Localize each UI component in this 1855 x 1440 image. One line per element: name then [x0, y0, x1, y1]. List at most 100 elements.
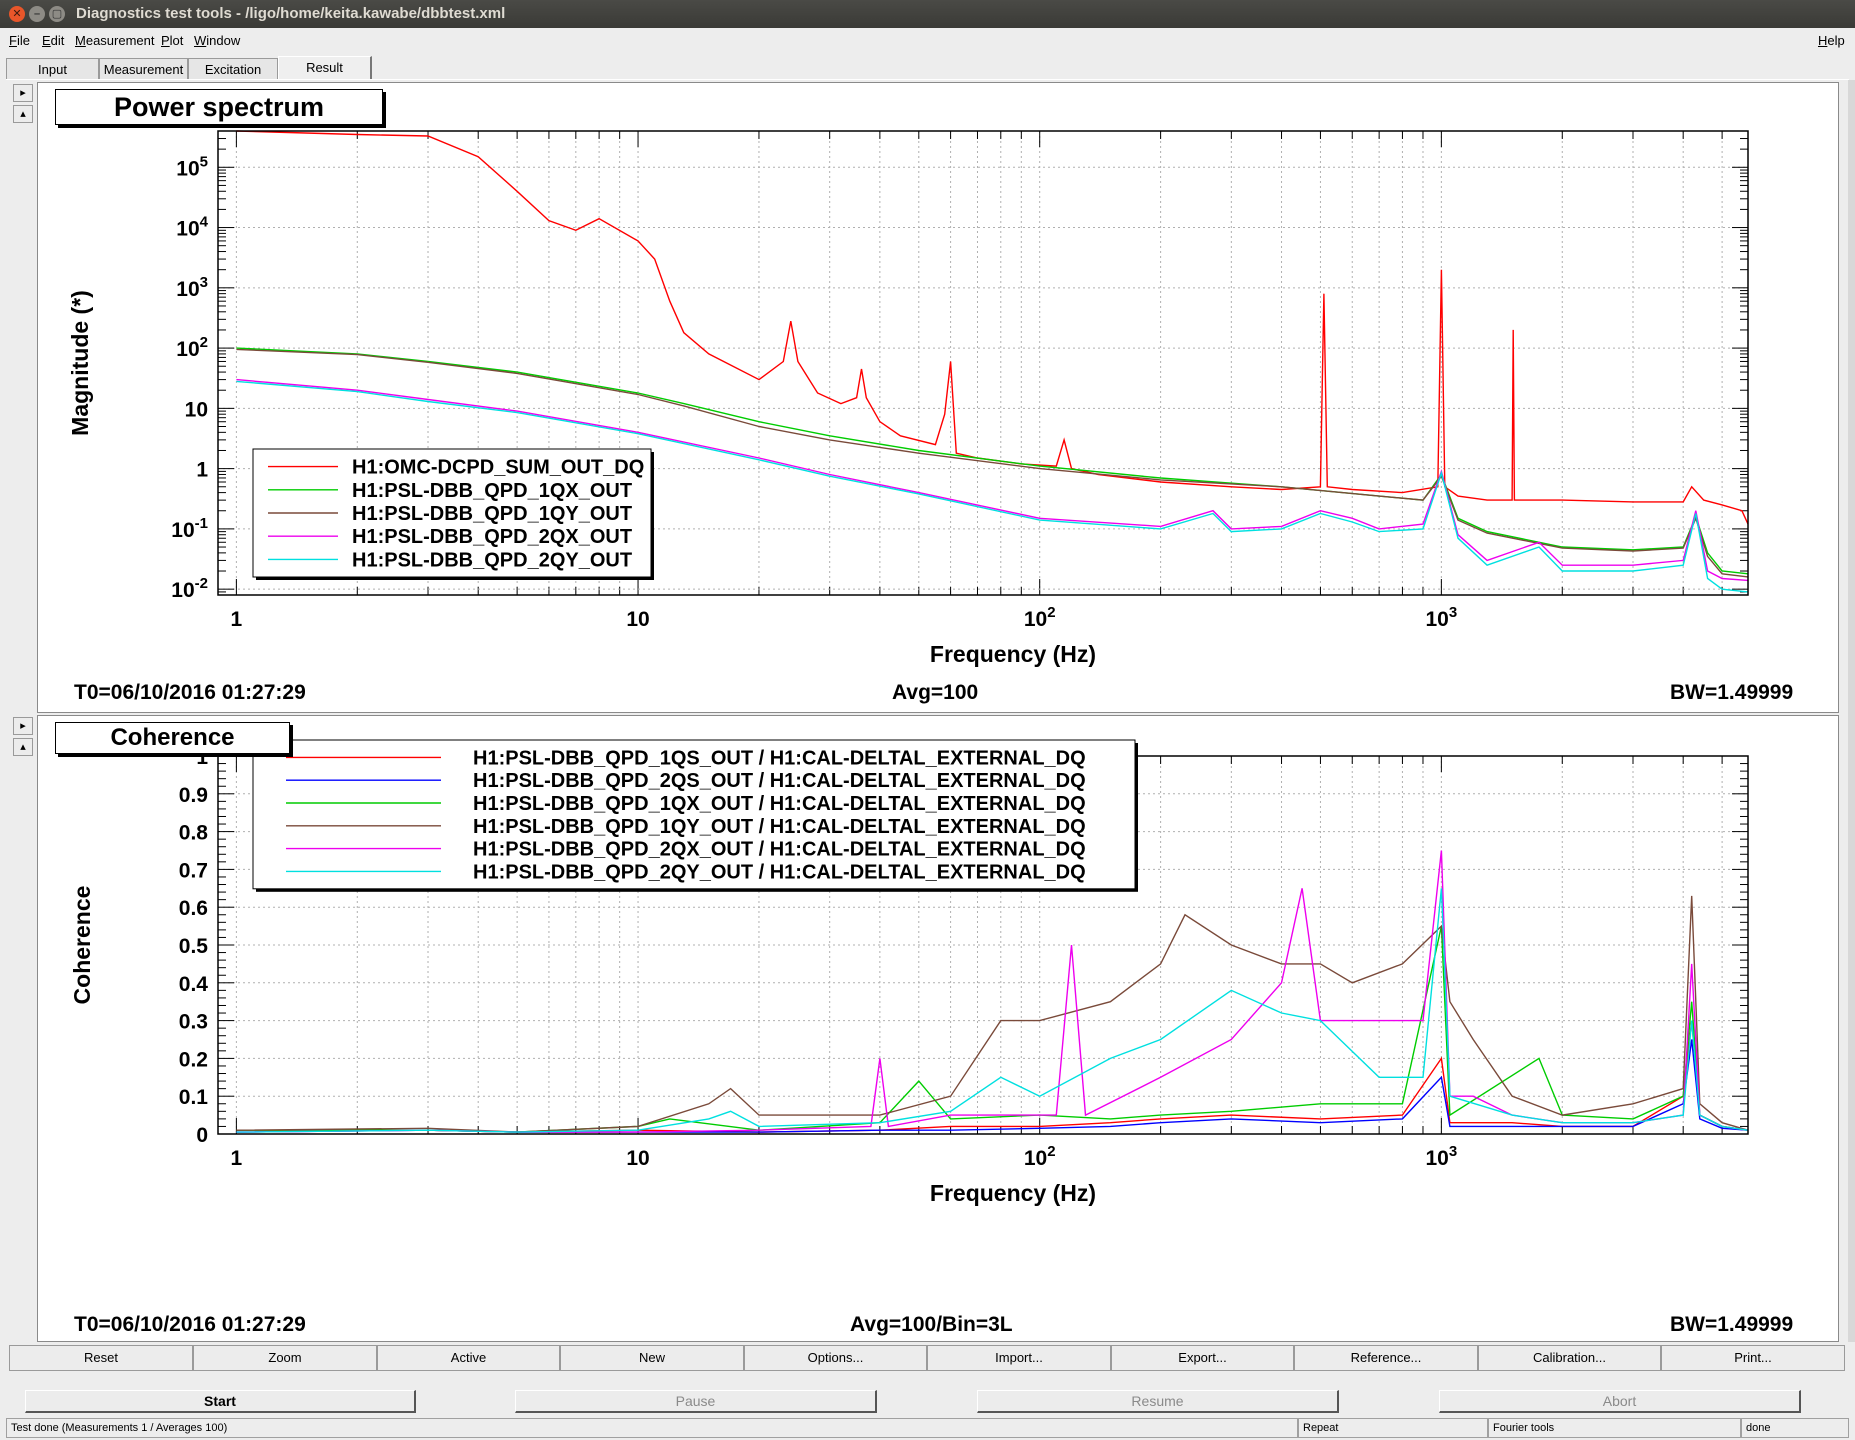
legend-label-2: H1:PSL-DBB_QPD_1QX_OUT / H1:CAL-DELTAL_E… — [473, 793, 1086, 815]
new-button[interactable]: New — [560, 1345, 744, 1371]
y-tick-label: 0.2 — [179, 1048, 208, 1071]
y-tick-label: 0.4 — [179, 973, 209, 996]
x-tick-label: 1 — [231, 608, 243, 631]
legend-label-0: H1:OMC-DCPD_SUM_OUT_DQ — [352, 457, 644, 479]
start-button[interactable]: Start — [25, 1390, 416, 1413]
y-tick-label: 10-1 — [171, 515, 208, 542]
pad-collapse-icon[interactable]: ▴ — [13, 738, 33, 756]
legend-label-1: H1:PSL-DBB_QPD_2QS_OUT / H1:CAL-DELTAL_E… — [473, 770, 1086, 792]
legend-label-3: H1:PSL-DBB_QPD_1QY_OUT / H1:CAL-DELTAL_E… — [473, 816, 1086, 838]
tab-measurement[interactable]: Measurement — [99, 58, 188, 80]
legend-label-4: H1:PSL-DBB_QPD_2QY_OUT — [352, 549, 632, 571]
x-axis-title: Frequency (Hz) — [930, 641, 1096, 667]
y-tick-label: 0.9 — [179, 784, 208, 807]
window-titlebar: ✕ – ▢ Diagnostics test tools - /ligo/hom… — [0, 0, 1855, 28]
y-tick-label: 10 — [185, 398, 208, 421]
tab-excitation[interactable]: Excitation — [188, 58, 278, 80]
x-tick-label: 10 — [626, 608, 649, 631]
y-tick-label: 102 — [176, 334, 208, 361]
power-spectrum-title-box: Power spectrum — [55, 89, 383, 125]
print-button[interactable]: Print... — [1661, 1345, 1845, 1371]
menu-bar: File Edit Measurement Plot Window Help — [0, 29, 1855, 53]
legend-label-3: H1:PSL-DBB_QPD_2QX_OUT — [352, 526, 632, 548]
coherence-title-box: Coherence — [55, 722, 290, 754]
calibration-button[interactable]: Calibration... — [1478, 1345, 1661, 1371]
coherence-t0-label: T0=06/10/2016 01:27:29 — [74, 1313, 306, 1336]
y-tick-label: 0.1 — [179, 1086, 209, 1109]
vertical-scrollbar[interactable] — [1848, 80, 1855, 1342]
pause-button[interactable]: Pause — [515, 1390, 877, 1413]
x-tick-label: 103 — [1426, 604, 1458, 631]
y-tick-label: 0.8 — [179, 822, 209, 845]
x-axis-title: Frequency (Hz) — [930, 1180, 1096, 1206]
status-text: Test done (Measurements 1 / Averages 100… — [6, 1418, 1298, 1438]
legend-label-0: H1:PSL-DBB_QPD_1QS_OUT / H1:CAL-DELTAL_E… — [473, 747, 1086, 769]
menu-help[interactable]: Help — [1818, 29, 1845, 53]
menu-measurement[interactable]: Measurement — [75, 29, 155, 53]
legend-label-4: H1:PSL-DBB_QPD_2QX_OUT / H1:CAL-DELTAL_E… — [473, 839, 1086, 861]
tab-bar: Input Measurement Excitation Result — [6, 56, 1855, 80]
zoom-button[interactable]: Zoom — [193, 1345, 377, 1371]
x-tick-label: 1 — [231, 1147, 243, 1170]
power-bw-label: BW=1.49999 — [1670, 681, 1794, 704]
y-tick-label: 0.7 — [179, 859, 208, 882]
y-tick-label: 104 — [176, 214, 208, 241]
y-tick-label: 0.5 — [179, 935, 209, 958]
menu-plot[interactable]: Plot — [161, 29, 183, 53]
status-fourier: Fourier tools — [1488, 1418, 1741, 1438]
reference-button[interactable]: Reference... — [1294, 1345, 1478, 1371]
status-done: done — [1741, 1418, 1849, 1438]
y-tick-label: 105 — [176, 153, 208, 180]
legend-label-5: H1:PSL-DBB_QPD_2QY_OUT / H1:CAL-DELTAL_E… — [473, 861, 1086, 883]
active-button[interactable]: Active — [377, 1345, 560, 1371]
series-line-1 — [236, 1039, 1749, 1133]
series-line-4 — [236, 850, 1749, 1133]
legend-label-2: H1:PSL-DBB_QPD_1QY_OUT — [352, 503, 632, 525]
resume-button[interactable]: Resume — [977, 1390, 1339, 1413]
tab-divider — [6, 79, 1849, 80]
pad-expand-icon[interactable]: ▸ — [13, 717, 33, 735]
power-t0-label: T0=06/10/2016 01:27:29 — [74, 681, 306, 704]
export-button[interactable]: Export... — [1111, 1345, 1294, 1371]
maximize-window-button[interactable]: ▢ — [49, 6, 65, 22]
series-line-5 — [236, 888, 1749, 1133]
y-axis-title: Coherence — [69, 886, 95, 1005]
window-title: Diagnostics test tools - /ligo/home/keit… — [76, 5, 506, 22]
menu-edit[interactable]: Edit — [42, 29, 64, 53]
import-button[interactable]: Import... — [927, 1345, 1111, 1371]
coherence-bw-label: BW=1.49999 — [1670, 1313, 1794, 1336]
y-tick-label: 0.6 — [179, 897, 208, 920]
x-tick-label: 103 — [1426, 1143, 1458, 1170]
minimize-window-button[interactable]: – — [29, 6, 45, 22]
menu-window[interactable]: Window — [194, 29, 240, 53]
legend-label-1: H1:PSL-DBB_QPD_1QX_OUT — [352, 480, 632, 502]
abort-button[interactable]: Abort — [1439, 1390, 1801, 1413]
x-tick-label: 10 — [626, 1147, 649, 1170]
options-button[interactable]: Options... — [744, 1345, 927, 1371]
power-avg-label: Avg=100 — [892, 681, 979, 704]
coherence-avg-label: Avg=100/Bin=3L — [850, 1313, 1013, 1336]
x-tick-label: 102 — [1024, 604, 1056, 631]
y-axis-title: Magnitude (*) — [67, 290, 93, 436]
tab-input[interactable]: Input — [6, 58, 99, 80]
power-spectrum-pad[interactable]: 1 10 102 103 10-2 10-1 1 10 102 103 104 105 Frequenc… — [37, 82, 1839, 713]
power-spectrum-plot: 1 10 102 103 10-2 10-1 1 10 102 103 104 105 Frequenc… — [67, 130, 1749, 667]
y-tick-label: 10-2 — [171, 575, 208, 602]
x-tick-label: 102 — [1024, 1143, 1056, 1170]
tab-result[interactable]: Result — [278, 56, 372, 80]
pad-collapse-icon[interactable]: ▴ — [13, 105, 33, 123]
y-tick-label: 0 — [196, 1124, 208, 1147]
plot-command-bar: Reset Zoom Active New Options... Import.… — [9, 1345, 1845, 1371]
menu-file[interactable]: File — [9, 29, 30, 53]
status-repeat: Repeat — [1298, 1418, 1488, 1438]
coherence-plot: 1 10 102 10300.10.20.30.40.50.60.70.80.91Fr… — [69, 739, 1749, 1206]
series-line-2 — [236, 925, 1749, 1133]
close-window-button[interactable]: ✕ — [9, 6, 25, 22]
pad-expand-icon[interactable]: ▸ — [13, 84, 33, 102]
y-tick-label: 1 — [196, 459, 208, 482]
status-bar: Test done (Measurements 1 / Averages 100… — [6, 1418, 1849, 1438]
y-tick-label: 0.3 — [179, 1011, 208, 1034]
coherence-pad[interactable]: 1 10 102 103 0 0.1 0.2 0.3 0.4 0.5 0.6 0.7 0.8 0.9 1 Fr… — [37, 715, 1839, 1342]
reset-button[interactable]: Reset — [9, 1345, 193, 1371]
y-tick-label: 103 — [176, 274, 208, 301]
